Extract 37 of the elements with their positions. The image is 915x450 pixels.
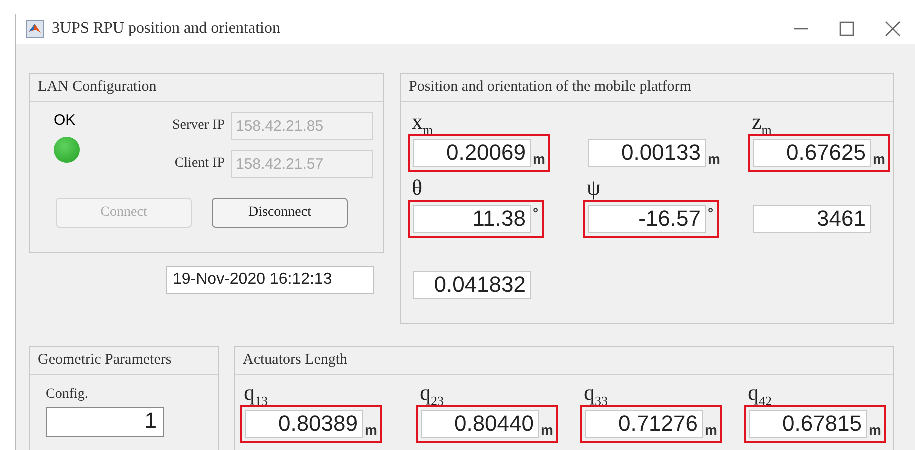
value-field[interactable]: 0.67625 <box>753 139 871 167</box>
window-title: 3UPS RPU position and orientation <box>52 20 282 38</box>
unit-label: m <box>365 422 378 438</box>
close-icon[interactable] <box>885 21 901 37</box>
maximize-icon[interactable] <box>839 21 855 37</box>
unit-label: m <box>533 151 546 167</box>
field-label: θ <box>411 176 424 200</box>
field-label: Client IP <box>174 156 225 172</box>
unit-label: ° <box>533 205 539 221</box>
value-field[interactable]: 0.041832 <box>413 271 531 299</box>
timestamp-field[interactable]: 19-Nov-2020 16:12:13 <box>166 266 374 294</box>
unit-label: m <box>873 151 886 167</box>
disconnect-button[interactable]: Disconnect <box>212 198 348 228</box>
unit-label: m <box>705 422 718 438</box>
panel-title: Actuators Length <box>235 347 893 375</box>
value-field[interactable]: 0.71276 <box>585 410 703 438</box>
value-field[interactable]: 0.67815 <box>749 410 867 438</box>
panel-title: LAN Configuration <box>30 74 383 102</box>
value-field[interactable]: -16.57 <box>588 205 706 233</box>
unit-label: ° <box>708 205 714 221</box>
value-field[interactable]: 0.80440 <box>421 410 539 438</box>
panel-title: Position and orientation of the mobile platform <box>401 74 893 102</box>
field-label: Config. <box>45 386 90 404</box>
unit-label: m <box>869 422 882 438</box>
value-field[interactable]: 0.80389 <box>245 410 363 438</box>
value-field[interactable]: 11.38 <box>413 205 531 233</box>
unit-label: m <box>708 151 720 167</box>
field-label: Server IP <box>172 118 225 134</box>
field-label: ψ <box>586 176 602 200</box>
status-text: OK <box>53 112 77 129</box>
config-field[interactable]: 1 <box>46 407 164 437</box>
value-field[interactable]: 0.20069 <box>413 139 531 167</box>
value-field[interactable]: 3461 <box>753 205 871 233</box>
value-field[interactable]: 0.00133 <box>588 139 706 167</box>
unit-label: m <box>541 422 554 438</box>
panel-title: Geometric Parameters <box>30 347 218 375</box>
app-logo-icon <box>26 20 44 38</box>
